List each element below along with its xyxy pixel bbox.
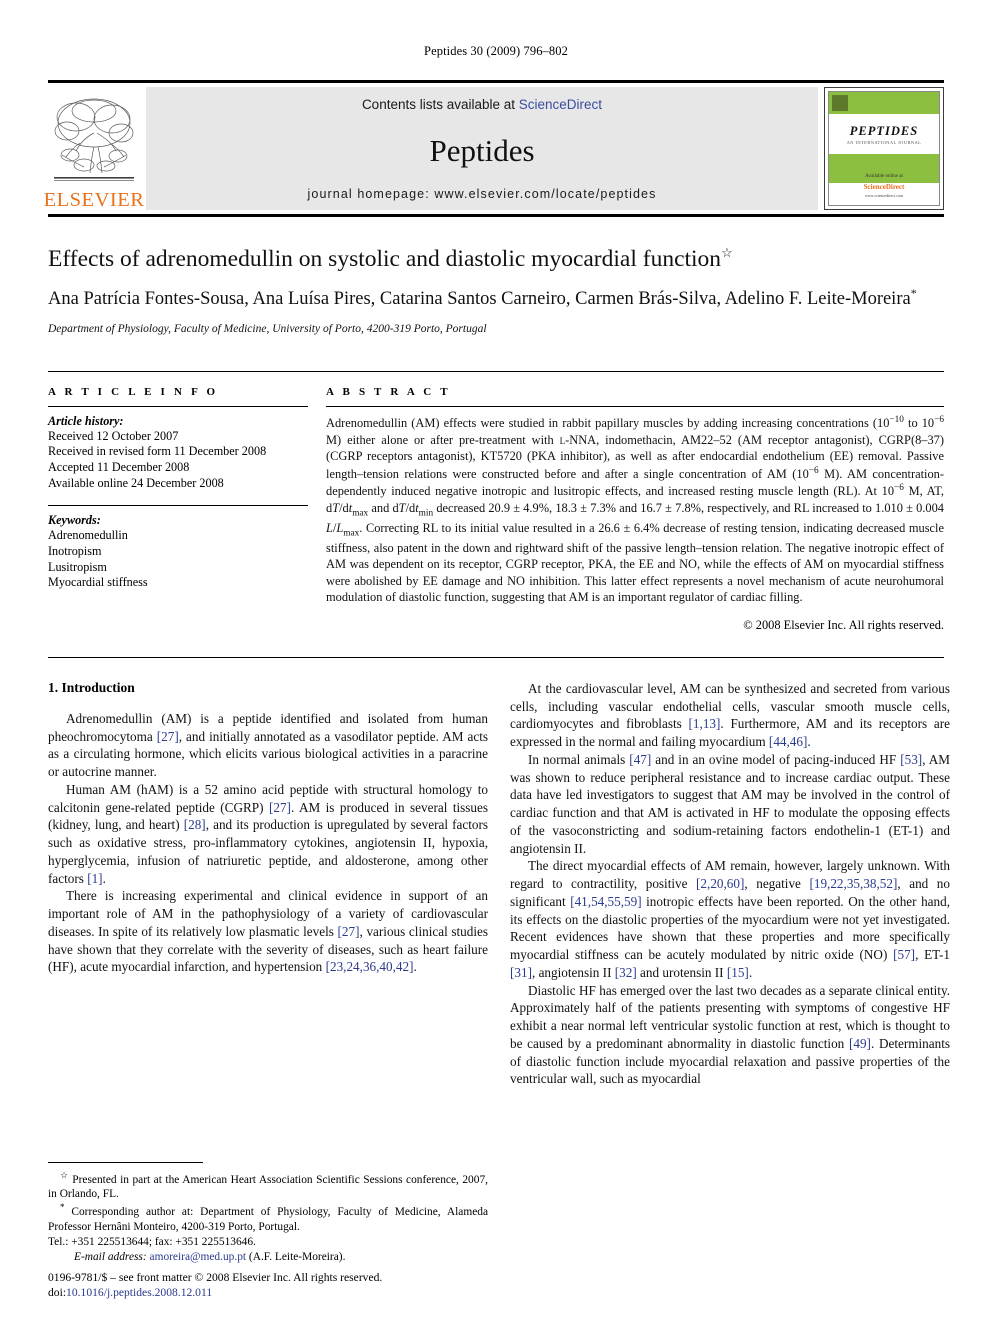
masthead-bottom-rule bbox=[48, 214, 944, 217]
citation-ref[interactable]: [32] bbox=[615, 965, 637, 980]
issn-line: 0196-9781/$ – see front matter © 2008 El… bbox=[48, 1270, 383, 1284]
citation-ref[interactable]: [27] bbox=[157, 729, 179, 744]
email-owner: (A.F. Leite-Moreira). bbox=[248, 1251, 346, 1264]
title-footnote-marker[interactable]: ☆ bbox=[721, 245, 733, 260]
abstract-rule bbox=[326, 405, 944, 407]
sciencedirect-link[interactable]: ScienceDirect bbox=[519, 97, 602, 112]
keywords-label: Keywords: bbox=[48, 513, 101, 528]
cover-sciencedirect-logo: ScienceDirect bbox=[863, 183, 905, 191]
abstract-text: Adrenomedullin (AM) effects were studied… bbox=[326, 414, 944, 605]
journal-homepage[interactable]: journal homepage: www.elsevier.com/locat… bbox=[308, 187, 657, 201]
abstract-heading: A B S T R A C T bbox=[326, 385, 451, 398]
article-info-column: A R T I C L E I N F O Article history: R… bbox=[48, 372, 326, 633]
paper-title-text: Effects of adrenomedullin on systolic an… bbox=[48, 246, 722, 272]
email-label: E-mail address: bbox=[74, 1251, 147, 1264]
article-history-accepted: Accepted 11 December 2008 bbox=[48, 460, 190, 475]
footnote-telephone: Tel.: +351 225513644; fax: +351 22551364… bbox=[48, 1236, 256, 1249]
page-title: Effects of adrenomedullin on systolic an… bbox=[48, 245, 944, 273]
abstract-column: A B S T R A C T Adrenomedullin (AM) effe… bbox=[326, 372, 944, 633]
footnote-email-line: E-mail address: amoreira@med.up.pt (A.F.… bbox=[48, 1250, 488, 1265]
article-info-rule bbox=[48, 405, 308, 407]
cover-swatch-icon bbox=[832, 95, 848, 111]
elsevier-logo: ELSEVIER bbox=[44, 87, 144, 210]
footnote-star-marker: ☆ bbox=[60, 1169, 69, 1180]
keyword-item: Inotropism bbox=[48, 543, 102, 558]
footnote-asterisk-marker: * bbox=[60, 1202, 65, 1213]
cover-available-at: Available online at bbox=[865, 174, 903, 179]
footnote-rule bbox=[48, 1161, 203, 1163]
affiliation: Department of Physiology, Faculty of Med… bbox=[48, 322, 487, 335]
keyword-item: Lusitropism bbox=[48, 559, 107, 574]
body-columns: 1. Introduction Adrenomedullin (AM) is a… bbox=[48, 680, 950, 1088]
cover-subtitle: AN INTERNATIONAL JOURNAL bbox=[846, 140, 922, 145]
contents-prefix: Contents lists available at bbox=[361, 97, 519, 112]
footnote-area: ☆ Presented in part at the American Hear… bbox=[48, 1161, 488, 1266]
journal-cover-thumbnail: PEPTIDES AN INTERNATIONAL JOURNAL Availa… bbox=[824, 87, 944, 210]
journal-article-page: Peptides 30 (2009) 796–802 ELSEVIER Cont… bbox=[0, 0, 992, 1323]
citation-ref[interactable]: [49] bbox=[849, 1036, 871, 1051]
article-history-received: Received 12 October 2007 bbox=[48, 428, 179, 443]
citation-ref[interactable]: [27] bbox=[338, 924, 360, 939]
citation-ref[interactable]: [41,54,55,59] bbox=[570, 894, 641, 909]
abstract-copyright: © 2008 Elsevier Inc. All rights reserved… bbox=[743, 617, 944, 632]
citation-ref[interactable]: [28] bbox=[184, 817, 206, 832]
citation-ref[interactable]: [15] bbox=[727, 965, 749, 980]
keywords-rule bbox=[48, 505, 308, 507]
section-heading-introduction: 1. Introduction bbox=[48, 679, 135, 695]
paragraph: Diastolic HF has emerged over the last t… bbox=[510, 982, 950, 1087]
citation-ref[interactable]: [1,13] bbox=[689, 716, 721, 731]
keyword-item: Adrenomedullin bbox=[48, 528, 128, 543]
email-link[interactable]: amoreira@med.up.pt bbox=[150, 1251, 247, 1263]
info-abstract-region: A R T I C L E I N F O Article history: R… bbox=[48, 370, 944, 633]
citation-ref[interactable]: [53] bbox=[900, 752, 922, 767]
cover-title: PEPTIDES bbox=[849, 124, 919, 138]
doi-label: doi: bbox=[48, 1286, 67, 1300]
paragraph: There is increasing experimental and cli… bbox=[48, 888, 489, 975]
journal-masthead: ELSEVIER Contents lists available at Sci… bbox=[44, 80, 944, 210]
footnote-presented: ☆ Presented in part at the American Hear… bbox=[48, 1170, 488, 1203]
doi-line: doi:10.1016/j.peptides.2008.12.011 bbox=[48, 1285, 528, 1301]
title-block: Effects of adrenomedullin on systolic an… bbox=[48, 245, 944, 335]
author-list: Ana Patrícia Fontes-Sousa, Ana Luísa Pir… bbox=[48, 286, 944, 312]
right-column: At the cardiovascular level, AM can be s… bbox=[510, 680, 950, 1088]
left-column: 1. Introduction Adrenomedullin (AM) is a… bbox=[48, 680, 488, 1088]
journal-banner: Contents lists available at ScienceDirec… bbox=[146, 87, 818, 210]
article-info-heading: A R T I C L E I N F O bbox=[48, 385, 219, 398]
issn-copyright-block: 0196-9781/$ – see front matter © 2008 El… bbox=[48, 1270, 528, 1301]
corresponding-author-marker[interactable]: * bbox=[911, 286, 917, 300]
citation-ref[interactable]: [2,20,60] bbox=[696, 876, 744, 891]
paragraph: At the cardiovascular level, AM can be s… bbox=[510, 680, 950, 750]
footnote-presented-text: Presented in part at the American Heart … bbox=[48, 1173, 488, 1201]
citation-ref[interactable]: [47] bbox=[629, 752, 651, 767]
cover-sciencedirect-url: www.sciencedirect.com bbox=[864, 193, 904, 198]
citation-ref[interactable]: [1] bbox=[87, 871, 102, 886]
doi-link[interactable]: 10.1016/j.peptides.2008.12.011 bbox=[66, 1286, 212, 1299]
footnote-corresponding: * Corresponding author at: Department of… bbox=[48, 1202, 488, 1235]
footnote-corresponding-text: Corresponding author at: Department of P… bbox=[48, 1206, 488, 1234]
keyword-item: Myocardial stiffness bbox=[48, 575, 148, 590]
article-history-label: Article history: bbox=[48, 413, 124, 428]
elsevier-tree-icon bbox=[54, 98, 134, 181]
citation-ref[interactable]: [57] bbox=[893, 947, 915, 962]
running-head: Peptides 30 (2009) 796–802 bbox=[424, 44, 568, 58]
article-history-online: Available online 24 December 2008 bbox=[48, 475, 224, 490]
citation-ref[interactable]: [31] bbox=[510, 965, 532, 980]
citation-ref[interactable]: [27] bbox=[269, 800, 291, 815]
citation-ref[interactable]: [44,46] bbox=[769, 734, 807, 749]
elsevier-wordmark: ELSEVIER bbox=[43, 188, 145, 211]
citation-ref[interactable]: [23,24,36,40,42] bbox=[326, 959, 414, 974]
article-history-revised: Received in revised form 11 December 200… bbox=[48, 444, 267, 459]
paragraph: In normal animals [47] and in an ovine m… bbox=[510, 751, 950, 856]
contents-line: Contents lists available at ScienceDirec… bbox=[362, 97, 602, 112]
body-top-rule bbox=[48, 656, 944, 658]
authors-text: Ana Patrícia Fontes-Sousa, Ana Luísa Pir… bbox=[48, 289, 911, 310]
journal-title: Peptides bbox=[429, 133, 535, 168]
paragraph: The direct myocardial effects of AM rema… bbox=[510, 858, 951, 980]
paragraph: Adrenomedullin (AM) is a peptide identif… bbox=[48, 710, 489, 780]
paragraph: Human AM (hAM) is a 52 amino acid peptid… bbox=[48, 781, 488, 886]
citation-ref[interactable]: [19,22,35,38,52] bbox=[809, 876, 897, 891]
